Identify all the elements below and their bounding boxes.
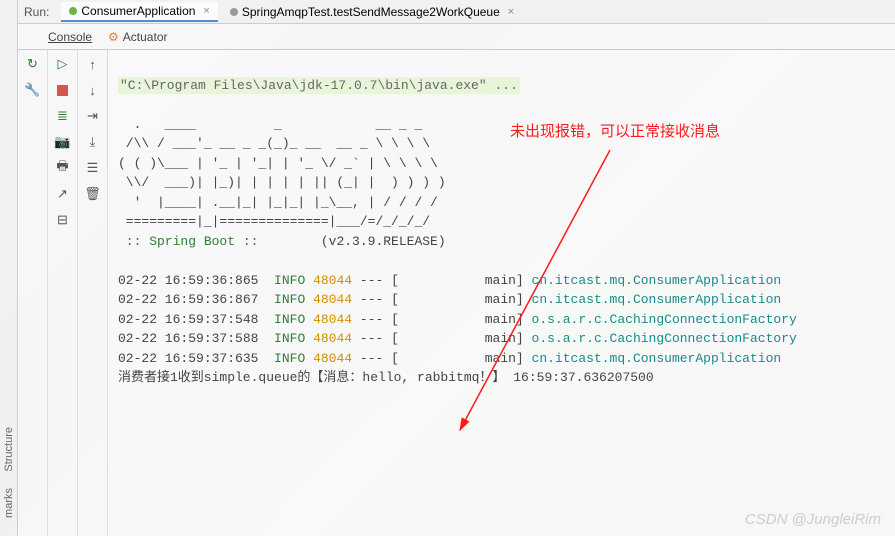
- console-output: "C:\Program Files\Java\jdk-17.0.7\bin\ja…: [108, 50, 895, 536]
- scroll-icon[interactable]: ⤓: [83, 132, 103, 152]
- sub-tabs: Console ⚙ Actuator: [18, 24, 895, 50]
- sidebar-structure[interactable]: Structure: [3, 427, 15, 472]
- toolbar-col-1: ↻ 🔧: [18, 50, 48, 536]
- down-icon[interactable]: ↓: [83, 80, 103, 100]
- spring-version: (v2.3.9.RELEASE): [321, 234, 446, 249]
- collapse-icon[interactable]: ⊟: [53, 210, 73, 230]
- run-button[interactable]: ▷: [53, 54, 73, 74]
- run-label: Run:: [24, 5, 49, 19]
- wrap-icon[interactable]: ⇥: [83, 106, 103, 126]
- toolbar-col-2: ▷ ≣ 📷 🖶 ↗ ⊟: [48, 50, 78, 536]
- open-icon[interactable]: ↗: [53, 184, 73, 204]
- log-line: 02-22 16:59:36:867 INFO 48044 --- [ main…: [118, 292, 781, 307]
- rerun-button[interactable]: ↻: [23, 54, 43, 74]
- log-line: 02-22 16:59:36:865 INFO 48044 --- [ main…: [118, 273, 781, 288]
- ascii-art: . ____ _ __ _ _: [118, 117, 422, 132]
- trash-icon[interactable]: 🗑: [83, 184, 103, 204]
- wrench-icon[interactable]: 🔧: [23, 80, 43, 100]
- receiver-message: 消费者接1收到simple.queue的【消息：hello, rabbitmq！…: [118, 370, 654, 385]
- debug-button[interactable]: ≣: [53, 106, 73, 126]
- log-line: 02-22 16:59:37:548 INFO 48044 --- [ main…: [118, 312, 797, 327]
- camera-icon[interactable]: 📷: [53, 132, 73, 152]
- ascii-art: \\/ ___)| |_)| | | | | || (_| | ) ) ) ): [118, 175, 446, 190]
- watermark: CSDN @JungleiRim: [745, 511, 881, 528]
- annotation-text: 未出现报错，可以正常接收消息: [510, 120, 720, 141]
- java-command: "C:\Program Files\Java\jdk-17.0.7\bin\ja…: [118, 77, 520, 94]
- tab-consumer-application[interactable]: ConsumerApplication ×: [61, 2, 218, 22]
- tab-console[interactable]: Console: [48, 30, 92, 44]
- ascii-art: ( ( )\___ | '_ | '_| | '_ \/ _` | \ \ \ …: [118, 156, 438, 171]
- tab-spring-amqp-test[interactable]: SpringAmqpTest.testSendMessage2WorkQueue…: [222, 3, 522, 21]
- log-line: 02-22 16:59:37:588 INFO 48044 --- [ main…: [118, 331, 797, 346]
- print-icon[interactable]: 🖶: [53, 158, 73, 178]
- actuator-icon: ⚙: [108, 30, 119, 44]
- tab-label: Actuator: [123, 30, 168, 44]
- tab-actuator[interactable]: ⚙ Actuator: [108, 30, 167, 44]
- log-line: 02-22 16:59:37:635 INFO 48044 --- [ main…: [118, 351, 781, 366]
- run-status-icon: [230, 8, 238, 16]
- ascii-art: ' |____| .__|_| |_|_| |_\__, | / / / /: [118, 195, 438, 210]
- left-sidebar: Structure marks: [0, 0, 18, 536]
- tab-label: SpringAmqpTest.testSendMessage2WorkQueue: [242, 5, 500, 19]
- spring-boot-label: :: Spring Boot ::: [118, 234, 321, 249]
- close-icon[interactable]: ×: [203, 5, 209, 17]
- ascii-art: =========|_|==============|___/=/_/_/_/: [118, 214, 430, 229]
- close-icon[interactable]: ×: [508, 6, 514, 18]
- ascii-art: /\\ / ___'_ __ _ _(_)_ __ __ _ \ \ \ \: [118, 136, 430, 151]
- up-icon[interactable]: ↑: [83, 54, 103, 74]
- run-status-icon: [69, 7, 77, 15]
- filter-icon[interactable]: ☰: [83, 158, 103, 178]
- run-config-tabs: Run: ConsumerApplication × SpringAmqpTes…: [18, 0, 895, 24]
- stop-button[interactable]: [53, 80, 73, 100]
- tab-label: ConsumerApplication: [81, 4, 195, 18]
- toolbar-col-3: ↑ ↓ ⇥ ⤓ ☰ 🗑: [78, 50, 108, 536]
- sidebar-bookmarks[interactable]: marks: [3, 488, 15, 518]
